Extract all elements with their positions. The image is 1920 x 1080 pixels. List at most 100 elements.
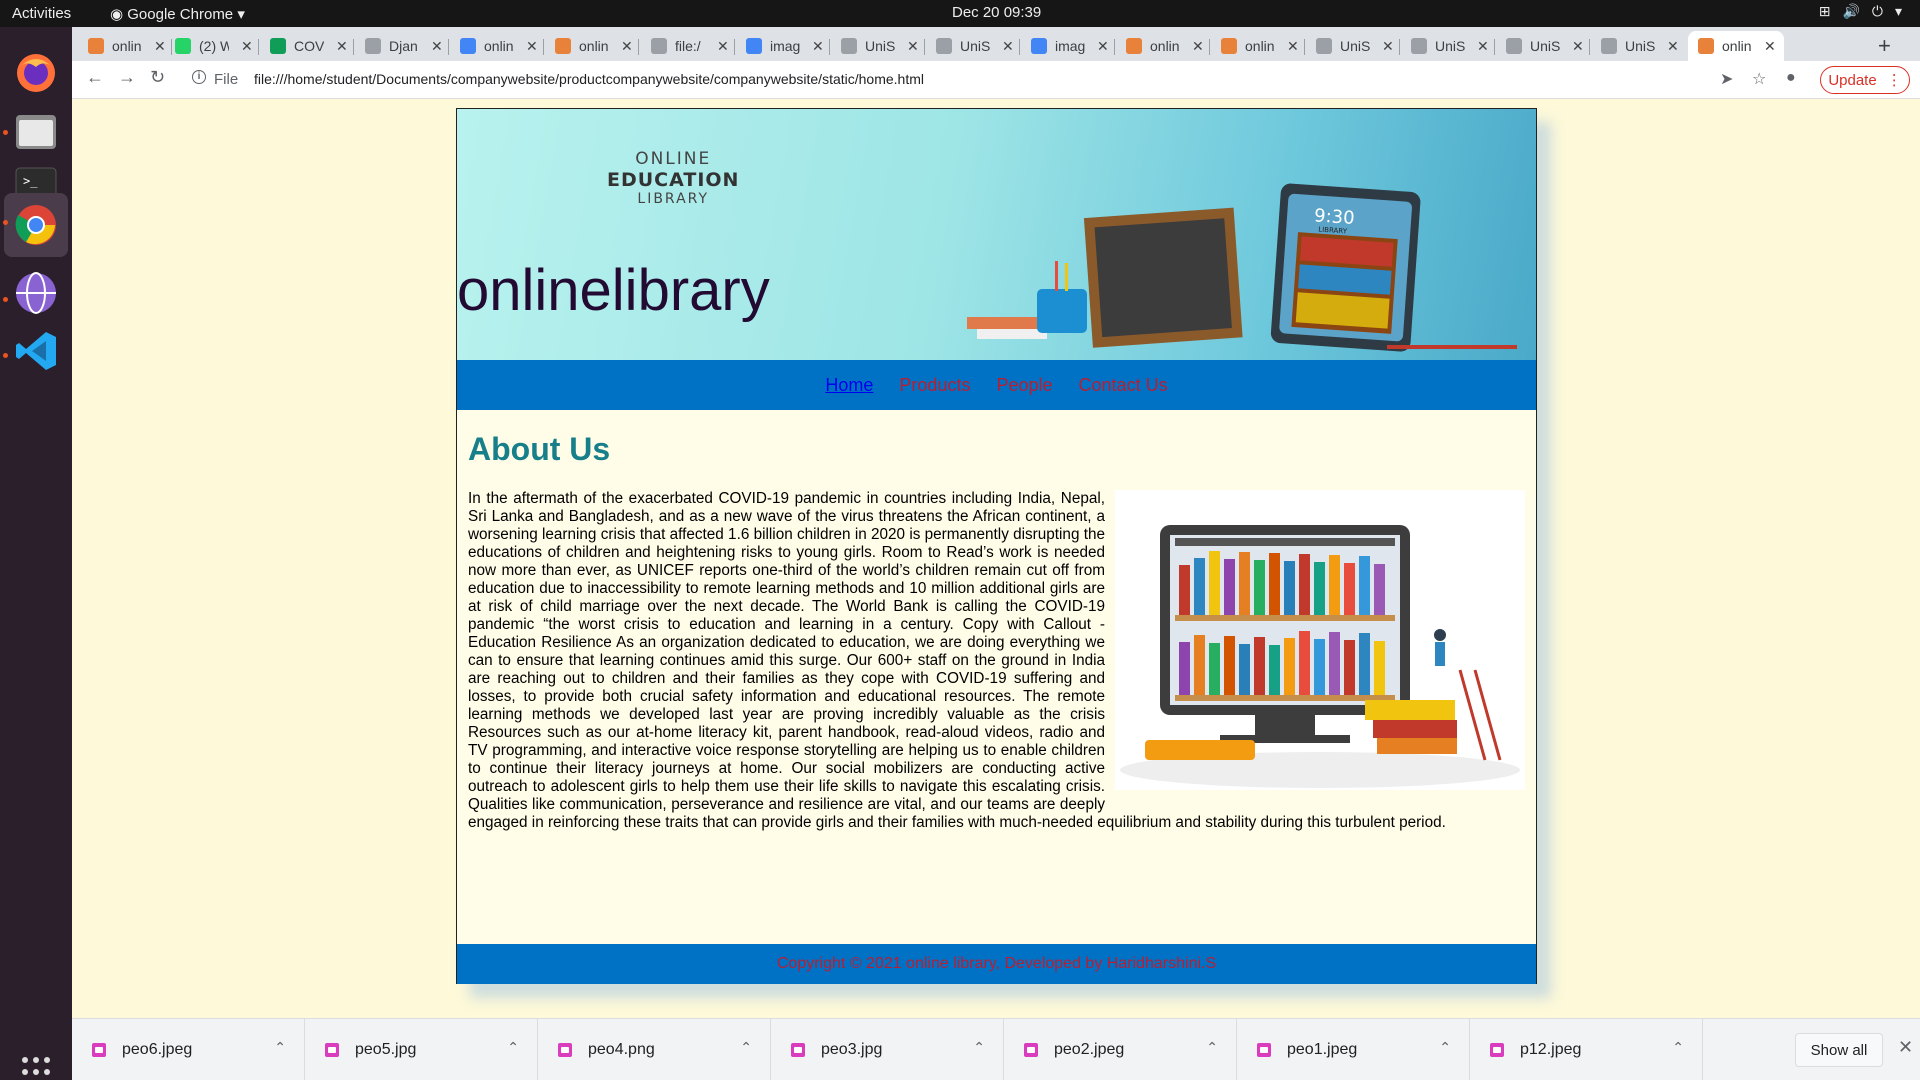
chevron-up-icon[interactable]: ⌃ bbox=[507, 1039, 519, 1056]
app-menu[interactable]: ◉ Google Chrome ▾ bbox=[110, 5, 245, 23]
tab-close-icon[interactable]: ✕ bbox=[154, 38, 166, 55]
browser-tab[interactable]: onlin ✕ bbox=[545, 31, 637, 61]
tab-close-icon[interactable]: ✕ bbox=[621, 38, 633, 55]
browser-tab[interactable]: UniS ✕ bbox=[1306, 31, 1398, 61]
download-item[interactable]: p12.jpeg ⌃ bbox=[1470, 1019, 1703, 1080]
chevron-up-icon[interactable]: ⌃ bbox=[274, 1039, 286, 1056]
tab-separator bbox=[353, 39, 354, 55]
tab-title: (2) W bbox=[199, 38, 229, 54]
download-item[interactable]: peo3.jpg ⌃ bbox=[771, 1019, 1004, 1080]
clock[interactable]: Dec 20 09:39 bbox=[952, 4, 1041, 21]
browser-tab[interactable]: onlin ✕ bbox=[450, 31, 542, 61]
browser-tab[interactable]: UniS ✕ bbox=[1591, 31, 1683, 61]
tab-favicon-icon bbox=[175, 38, 191, 54]
browser-tab[interactable]: (2) W ✕ bbox=[165, 31, 257, 61]
tab-close-icon[interactable]: ✕ bbox=[1287, 38, 1299, 55]
browser-tab[interactable]: imag ✕ bbox=[736, 31, 828, 61]
download-item[interactable]: peo4.png ⌃ bbox=[538, 1019, 771, 1080]
browser-globe-icon[interactable] bbox=[12, 269, 60, 317]
update-button[interactable]: Update ⋮ bbox=[1820, 66, 1910, 94]
tab-separator bbox=[1399, 39, 1400, 55]
tab-separator bbox=[1494, 39, 1495, 55]
chevron-up-icon[interactable]: ⌃ bbox=[1206, 1039, 1218, 1056]
close-icon[interactable]: ✕ bbox=[1898, 1037, 1913, 1058]
browser-tab[interactable]: UniS ✕ bbox=[1401, 31, 1493, 61]
tab-close-icon[interactable]: ✕ bbox=[1477, 38, 1489, 55]
tab-close-icon[interactable]: ✕ bbox=[907, 38, 919, 55]
show-all-button[interactable]: Show all bbox=[1795, 1033, 1883, 1067]
browser-tab[interactable]: UniS ✕ bbox=[831, 31, 923, 61]
system-tray[interactable]: ⊞ 🔊 ⏻ ▾ bbox=[1819, 3, 1902, 20]
site-info-icon[interactable]: i bbox=[192, 70, 206, 84]
browser-tab[interactable]: Djan ✕ bbox=[355, 31, 447, 61]
browser-tab[interactable]: imag ✕ bbox=[1021, 31, 1113, 61]
profile-icon[interactable]: ● bbox=[1786, 69, 1796, 87]
vscode-icon[interactable] bbox=[12, 327, 60, 375]
browser-tab[interactable]: onlin ✕ bbox=[1211, 31, 1303, 61]
download-filename: peo3.jpg bbox=[821, 1041, 883, 1058]
tab-close-icon[interactable]: ✕ bbox=[717, 38, 729, 55]
download-item[interactable]: peo1.jpeg ⌃ bbox=[1237, 1019, 1470, 1080]
tab-close-icon[interactable]: ✕ bbox=[1572, 38, 1584, 55]
address-bar[interactable]: i File file:///home/student/Documents/co… bbox=[180, 65, 1790, 95]
chevron-up-icon[interactable]: ⌃ bbox=[973, 1039, 985, 1056]
site-banner: ONLINE EDUCATION LIBRARY onlinelibrary 9… bbox=[457, 109, 1536, 360]
browser-tab[interactable]: onlin ✕ bbox=[1116, 31, 1208, 61]
image-file-icon bbox=[325, 1043, 339, 1057]
scheme-label: File bbox=[214, 71, 239, 88]
tab-close-icon[interactable]: ✕ bbox=[241, 38, 253, 55]
app-name: Google Chrome bbox=[127, 6, 234, 23]
browser-tab[interactable]: UniS ✕ bbox=[1496, 31, 1588, 61]
browser-tab[interactable]: COV ✕ bbox=[260, 31, 352, 61]
back-arrow-icon[interactable]: ← bbox=[86, 67, 104, 88]
bookmark-star-icon[interactable]: ☆ bbox=[1752, 69, 1766, 89]
forward-arrow-icon[interactable]: → bbox=[118, 67, 136, 88]
tab-close-icon[interactable]: ✕ bbox=[1002, 38, 1014, 55]
reload-icon[interactable]: ↻ bbox=[150, 67, 165, 88]
activities-button[interactable]: Activities bbox=[12, 5, 71, 22]
tab-close-icon[interactable]: ✕ bbox=[526, 38, 538, 55]
tab-separator bbox=[638, 39, 639, 55]
tab-close-icon[interactable]: ✕ bbox=[1097, 38, 1109, 55]
download-item[interactable]: peo6.jpeg ⌃ bbox=[72, 1019, 305, 1080]
site-footer: Copyright © 2021 online library, Develop… bbox=[457, 944, 1536, 984]
chrome-icon[interactable] bbox=[12, 201, 60, 249]
firefox-icon[interactable] bbox=[12, 49, 60, 97]
browser-tab[interactable]: onlin ✕ bbox=[78, 31, 170, 61]
tab-separator bbox=[448, 39, 449, 55]
book-spine bbox=[1269, 645, 1280, 695]
files-icon[interactable] bbox=[12, 107, 60, 155]
chevron-up-icon[interactable]: ⌃ bbox=[1672, 1039, 1684, 1056]
tab-favicon-icon bbox=[270, 38, 286, 54]
nav-link-people[interactable]: People bbox=[996, 375, 1052, 396]
tab-close-icon[interactable]: ✕ bbox=[336, 38, 348, 55]
tab-close-icon[interactable]: ✕ bbox=[812, 38, 824, 55]
url-text[interactable]: file:///home/student/Documents/companywe… bbox=[254, 71, 924, 87]
chevron-up-icon[interactable]: ⌃ bbox=[1439, 1039, 1451, 1056]
browser-tab[interactable]: file:/ ✕ bbox=[641, 31, 733, 61]
nav-link-products[interactable]: Products bbox=[899, 375, 970, 396]
download-item[interactable]: peo2.jpeg ⌃ bbox=[1004, 1019, 1237, 1080]
chevron-up-icon[interactable]: ⌃ bbox=[740, 1039, 752, 1056]
book-spine bbox=[1374, 641, 1385, 695]
nav-link-home[interactable]: Home bbox=[825, 375, 873, 396]
tab-close-icon[interactable]: ✕ bbox=[1382, 38, 1394, 55]
show-applications-icon[interactable] bbox=[22, 1057, 52, 1080]
download-item[interactable]: peo5.jpg ⌃ bbox=[305, 1019, 538, 1080]
tab-close-icon[interactable]: ✕ bbox=[1192, 38, 1204, 55]
new-tab-button[interactable]: + bbox=[1878, 33, 1891, 59]
tab-close-icon[interactable]: ✕ bbox=[1667, 38, 1679, 55]
svg-text:>_: >_ bbox=[23, 174, 38, 188]
browser-tab[interactable]: onlin ✕ bbox=[1688, 31, 1784, 61]
tab-title: UniS bbox=[1435, 38, 1465, 54]
nav-link-contact-us[interactable]: Contact Us bbox=[1079, 375, 1168, 396]
tab-separator bbox=[543, 39, 544, 55]
book-spine bbox=[1329, 555, 1340, 615]
send-icon[interactable]: ➤ bbox=[1720, 69, 1733, 89]
system-top-bar: Activities ◉ Google Chrome ▾ Dec 20 09:3… bbox=[0, 0, 1920, 27]
book-spine bbox=[1179, 565, 1190, 615]
browser-tab[interactable]: UniS ✕ bbox=[926, 31, 1018, 61]
tab-close-icon[interactable]: ✕ bbox=[431, 38, 443, 55]
image-file-icon bbox=[1490, 1043, 1504, 1057]
tab-close-icon[interactable]: ✕ bbox=[1764, 38, 1776, 55]
